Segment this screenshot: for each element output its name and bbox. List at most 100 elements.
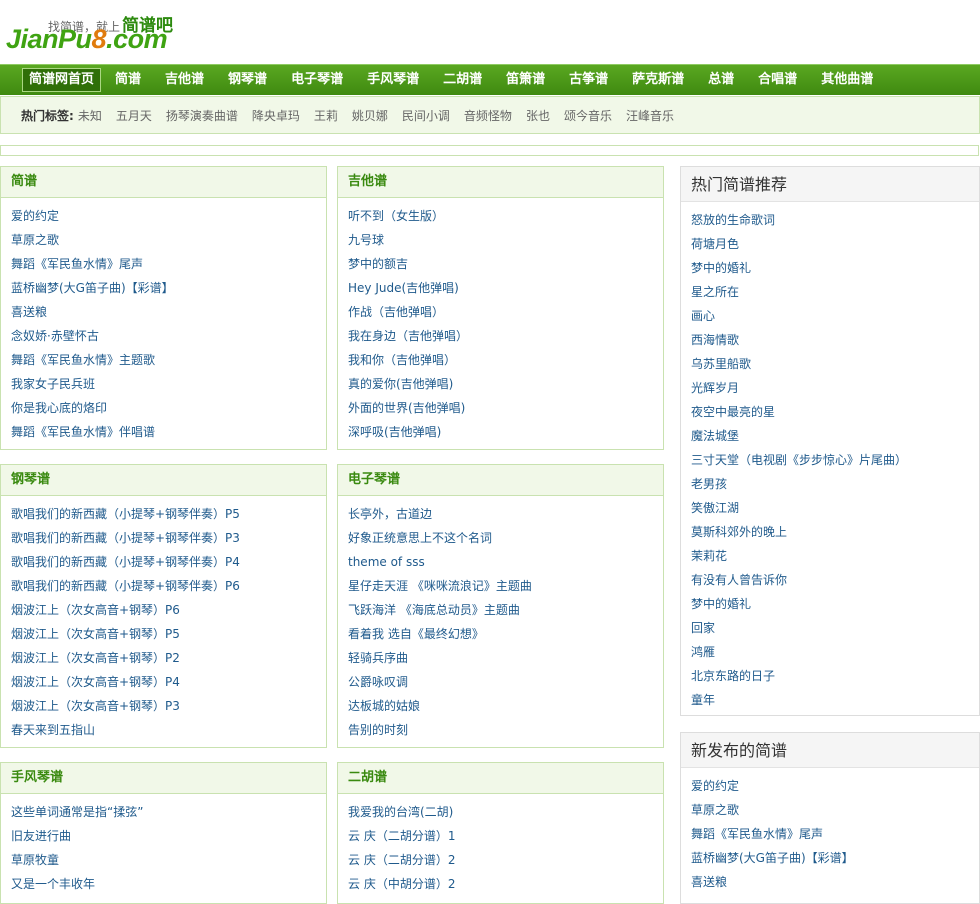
score-link[interactable]: 云 庆（中胡分谱）2	[348, 872, 663, 896]
nav-item[interactable]: 手风琴谱	[355, 68, 431, 92]
score-link[interactable]: 作战（吉他弹唱）	[348, 300, 663, 324]
hot-score-link[interactable]: 魔法城堡	[691, 424, 979, 448]
score-link[interactable]: 草原之歌	[11, 228, 326, 252]
new-score-link[interactable]: 舞蹈《军民鱼水情》尾声	[691, 822, 979, 846]
score-link[interactable]: 烟波江上（次女高音+钢琴）P5	[11, 622, 326, 646]
score-link[interactable]: 歌唱我们的新西藏（小提琴+钢琴伴奏）P6	[11, 574, 326, 598]
score-link[interactable]: 云 庆（二胡分谱）1	[348, 824, 663, 848]
score-link[interactable]: 星仔走天涯 《咪咪流浪记》主题曲	[348, 574, 663, 598]
hot-score-link[interactable]: 回家	[691, 616, 979, 640]
score-link[interactable]: 真的爱你(吉他弹唱)	[348, 372, 663, 396]
score-link[interactable]: 烟波江上（次女高音+钢琴）P2	[11, 646, 326, 670]
score-link[interactable]: 好象正统意思上不这个名词	[348, 526, 663, 550]
score-category-title[interactable]: 简谱	[1, 167, 326, 198]
score-link[interactable]: 这些单词通常是指“揉弦”	[11, 800, 326, 824]
nav-item[interactable]: 萨克斯谱	[620, 68, 696, 92]
score-link[interactable]: 你是我心底的烙印	[11, 396, 326, 420]
score-link[interactable]: 旧友进行曲	[11, 824, 326, 848]
hot-tag-link[interactable]: 汪峰音乐	[626, 107, 674, 124]
score-link[interactable]: 念奴娇·赤壁怀古	[11, 324, 326, 348]
nav-item[interactable]: 吉他谱	[153, 68, 216, 92]
nav-item[interactable]: 其他曲谱	[809, 68, 885, 92]
score-link[interactable]: 外面的世界(吉他弹唱)	[348, 396, 663, 420]
hot-tag-link[interactable]: 扬琴演奏曲谱	[166, 107, 238, 124]
hot-tag-link[interactable]: 音频怪物	[464, 107, 512, 124]
score-link[interactable]: 蓝桥幽梦(大G笛子曲)【彩谱】	[11, 276, 326, 300]
score-link[interactable]: 轻骑兵序曲	[348, 646, 663, 670]
score-link[interactable]: 歌唱我们的新西藏（小提琴+钢琴伴奏）P3	[11, 526, 326, 550]
hot-score-link[interactable]: 有没有人曾告诉你	[691, 568, 979, 592]
hot-score-link[interactable]: 莫斯科郊外的晚上	[691, 520, 979, 544]
hot-tag-link[interactable]: 张也	[526, 107, 550, 124]
score-link[interactable]: 深呼吸(吉他弹唱)	[348, 420, 663, 444]
hot-tag-link[interactable]: 未知	[78, 107, 102, 124]
score-link[interactable]: 达板城的姑娘	[348, 694, 663, 718]
hot-tag-link[interactable]: 姚贝娜	[352, 107, 388, 124]
score-link[interactable]: 公爵咏叹调	[348, 670, 663, 694]
score-category-title[interactable]: 吉他谱	[338, 167, 663, 198]
score-link[interactable]: 烟波江上（次女高音+钢琴）P4	[11, 670, 326, 694]
hot-tag-link[interactable]: 颂今音乐	[564, 107, 612, 124]
nav-item[interactable]: 合唱谱	[746, 68, 809, 92]
hot-score-link[interactable]: 西海情歌	[691, 328, 979, 352]
hot-score-link[interactable]: 光辉岁月	[691, 376, 979, 400]
nav-item[interactable]: 总谱	[696, 68, 746, 92]
new-score-link[interactable]: 蓝桥幽梦(大G笛子曲)【彩谱】	[691, 846, 979, 870]
nav-item[interactable]: 电子琴谱	[279, 68, 355, 92]
hot-tag-link[interactable]: 王莉	[314, 107, 338, 124]
score-link[interactable]: 歌唱我们的新西藏（小提琴+钢琴伴奏）P5	[11, 502, 326, 526]
score-link[interactable]: 云 庆（二胡分谱）2	[348, 848, 663, 872]
score-link[interactable]: 我家女子民兵班	[11, 372, 326, 396]
hot-score-link[interactable]: 星之所在	[691, 280, 979, 304]
hot-score-link[interactable]: 怒放的生命歌词	[691, 208, 979, 232]
hot-score-link[interactable]: 茉莉花	[691, 544, 979, 568]
score-link[interactable]: 舞蹈《军民鱼水情》尾声	[11, 252, 326, 276]
score-link[interactable]: 梦中的额吉	[348, 252, 663, 276]
score-link[interactable]: 告别的时刻	[348, 718, 663, 742]
hot-score-link[interactable]: 乌苏里船歌	[691, 352, 979, 376]
hot-score-link[interactable]: 老男孩	[691, 472, 979, 496]
score-link[interactable]: 草原牧童	[11, 848, 326, 872]
score-link[interactable]: 听不到（女生版）	[348, 204, 663, 228]
score-link[interactable]: 爱的约定	[11, 204, 326, 228]
nav-item-home[interactable]: 简谱网首页	[22, 68, 102, 92]
nav-item[interactable]: 钢琴谱	[216, 68, 279, 92]
hot-score-link[interactable]: 梦中的婚礼	[691, 592, 979, 616]
score-link[interactable]: 春天来到五指山	[11, 718, 326, 742]
score-link[interactable]: theme of sss	[348, 550, 663, 574]
score-link[interactable]: 看着我 选自《最终幻想》	[348, 622, 663, 646]
new-score-link[interactable]: 草原之歌	[691, 798, 979, 822]
score-link[interactable]: 舞蹈《军民鱼水情》伴唱谱	[11, 420, 326, 444]
score-link[interactable]: 烟波江上（次女高音+钢琴）P6	[11, 598, 326, 622]
nav-item[interactable]: 简谱	[103, 68, 153, 92]
hot-score-link[interactable]: 三寸天堂（电视剧《步步惊心》片尾曲）	[691, 448, 979, 472]
score-category-title[interactable]: 二胡谱	[338, 763, 663, 794]
score-link[interactable]: 喜送粮	[11, 300, 326, 324]
score-category-title[interactable]: 钢琴谱	[1, 465, 326, 496]
hot-tag-link[interactable]: 降央卓玛	[252, 107, 300, 124]
hot-score-link[interactable]: 笑傲江湖	[691, 496, 979, 520]
new-score-link[interactable]: 爱的约定	[691, 774, 979, 798]
score-link[interactable]: Hey Jude(吉他弹唱)	[348, 276, 663, 300]
score-link[interactable]: 烟波江上（次女高音+钢琴）P3	[11, 694, 326, 718]
hot-tag-link[interactable]: 民间小调	[402, 107, 450, 124]
score-link[interactable]: 歌唱我们的新西藏（小提琴+钢琴伴奏）P4	[11, 550, 326, 574]
hot-score-link[interactable]: 梦中的婚礼	[691, 256, 979, 280]
hot-score-link[interactable]: 北京东路的日子	[691, 664, 979, 688]
score-link[interactable]: 我爱我的台湾(二胡)	[348, 800, 663, 824]
score-category-title[interactable]: 电子琴谱	[338, 465, 663, 496]
hot-score-link[interactable]: 童年	[691, 688, 979, 712]
hot-score-link[interactable]: 画心	[691, 304, 979, 328]
score-category-title[interactable]: 手风琴谱	[1, 763, 326, 794]
nav-item[interactable]: 古筝谱	[557, 68, 620, 92]
score-link[interactable]: 舞蹈《军民鱼水情》主题歌	[11, 348, 326, 372]
score-link[interactable]: 我在身边（吉他弹唱）	[348, 324, 663, 348]
score-link[interactable]: 又是一个丰收年	[11, 872, 326, 896]
score-link[interactable]: 长亭外，古道边	[348, 502, 663, 526]
new-score-link[interactable]: 喜送粮	[691, 870, 979, 894]
nav-item[interactable]: 二胡谱	[431, 68, 494, 92]
score-link[interactable]: 我和你（吉他弹唱）	[348, 348, 663, 372]
site-logo[interactable]: 找简谱，就上 简谱吧 JianPu8.com	[6, 8, 196, 58]
hot-score-link[interactable]: 荷塘月色	[691, 232, 979, 256]
nav-item[interactable]: 笛箫谱	[494, 68, 557, 92]
